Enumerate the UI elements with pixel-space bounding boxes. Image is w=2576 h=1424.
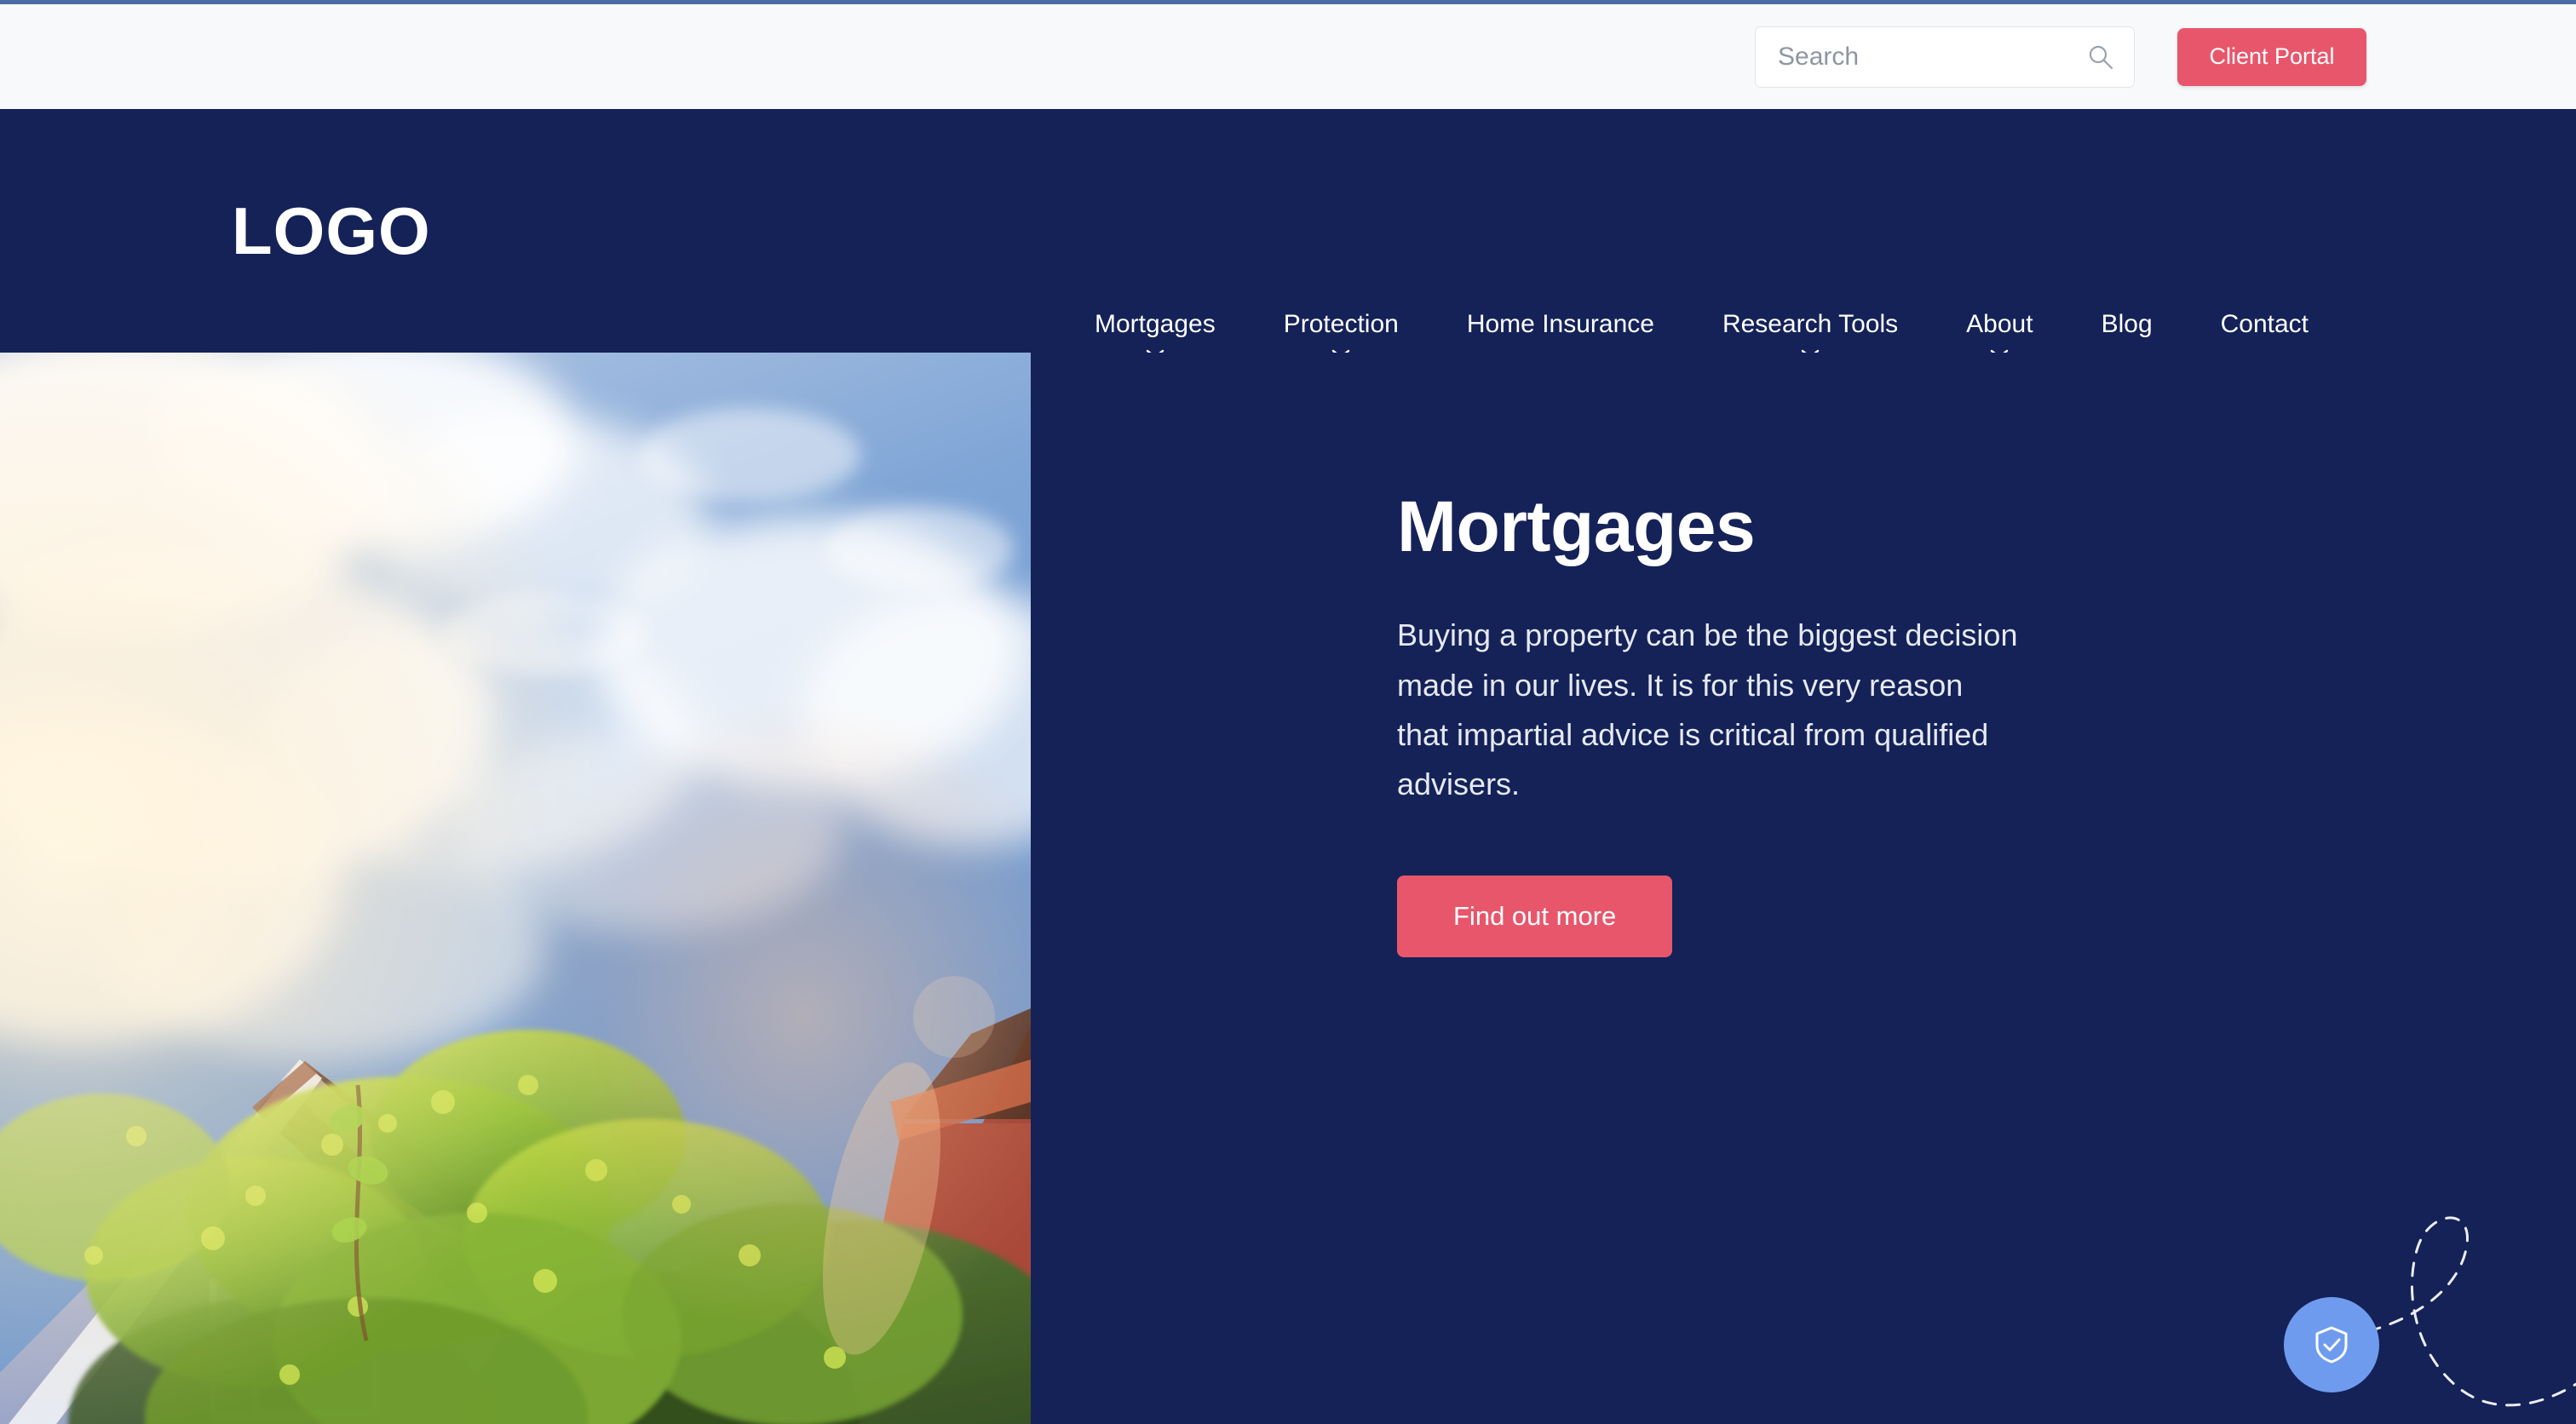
nav-item-label: Research Tools (1722, 310, 1899, 338)
decorative-dashed-curve (2343, 1191, 2576, 1424)
nav-item-contact[interactable]: Contact (2187, 310, 2343, 338)
page-title: Mortgages (1397, 486, 1756, 566)
nav-item-label: Home Insurance (1466, 310, 1654, 338)
search-input[interactable] (1755, 26, 2135, 88)
nav-item-mortgages[interactable]: Mortgages (1061, 310, 1250, 359)
nav-item-home-insurance[interactable]: Home Insurance (1433, 310, 1688, 338)
nav-item-label: Protection (1283, 310, 1399, 338)
nav-item-label: Blog (2101, 310, 2153, 338)
shield-check-icon (2313, 1325, 2350, 1364)
hero-content: Mortgages Buying a property can be the b… (1397, 486, 2061, 958)
hero-section: Mortgages Buying a property can be the b… (0, 353, 2576, 1424)
nav-item-research-tools[interactable]: Research Tools (1688, 310, 1932, 359)
client-portal-button[interactable]: Client Portal (2177, 27, 2366, 86)
utility-bar: Client Portal (0, 4, 2576, 109)
main-navbar: LOGO Mortgages Protection Home Insurance… (0, 109, 2576, 359)
nav-item-blog[interactable]: Blog (2067, 310, 2187, 338)
nav-item-protection[interactable]: Protection (1250, 310, 1433, 359)
site-logo[interactable]: LOGO (232, 198, 431, 264)
nav-item-label: Mortgages (1095, 310, 1216, 338)
hero-description: Buying a property can be the biggest dec… (1397, 617, 2018, 802)
nav-item-about[interactable]: About (1932, 310, 2067, 359)
nav-item-label: About (1966, 310, 2033, 338)
shield-badge (2284, 1297, 2379, 1392)
search-field-wrapper (1755, 26, 2135, 88)
hero-photo (0, 353, 1031, 1424)
page-root: Client Portal LOGO Mortgages Protection (0, 0, 2576, 1424)
primary-navigation: Mortgages Protection Home Insurance Rese… (1061, 310, 2343, 359)
find-out-more-button[interactable]: Find out more (1397, 876, 1673, 958)
nav-item-label: Contact (2220, 310, 2309, 338)
